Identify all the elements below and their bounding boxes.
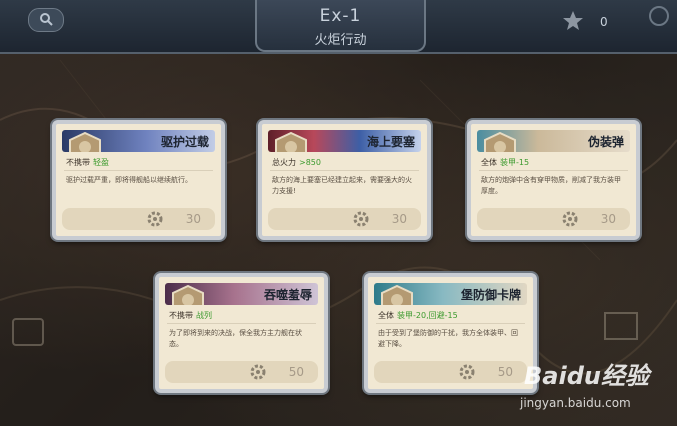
card-description: 为了即将到来的决战，保全我方主力舰在状态。 bbox=[169, 329, 302, 348]
card-cost: 50 bbox=[497, 365, 513, 379]
top-bar: Ex-1 火炬行动 0 bbox=[0, 0, 677, 54]
card-emblem-icon bbox=[172, 285, 204, 305]
divider bbox=[167, 323, 316, 324]
page-subtitle: 火炬行动 bbox=[314, 33, 367, 48]
search-button[interactable] bbox=[28, 8, 64, 32]
gear-icon bbox=[147, 211, 163, 227]
card-2[interactable]: 伪装弹 全体 装甲-15 敌方的炮弹中含有穿甲物质，削减了我方装甲厚度。 30 bbox=[467, 120, 640, 240]
card-condition: 全体 装甲-15 bbox=[481, 157, 529, 168]
card-emblem-icon bbox=[275, 132, 307, 152]
card-description: 由于受到了堡防御的干扰，我方全体装甲、回避下降。 bbox=[378, 329, 518, 348]
watermark-logo: Baidu经验 bbox=[524, 362, 649, 390]
card-cost: 30 bbox=[185, 212, 201, 226]
medal-icon bbox=[563, 11, 583, 30]
card-footer: 30 bbox=[268, 208, 421, 230]
card-scope: 全体 bbox=[481, 158, 497, 167]
card-condition: 不携带 轻盈 bbox=[66, 157, 109, 168]
card-banner: 海上要塞 bbox=[268, 130, 421, 152]
card-banner: 驱护过载 bbox=[62, 130, 215, 152]
card-description: 敌方的海上要塞已经建立起来，需要强大的火力支援! bbox=[272, 176, 412, 195]
divider bbox=[64, 170, 213, 171]
card-cost: 30 bbox=[391, 212, 407, 226]
card-footer: 50 bbox=[165, 361, 318, 383]
card-scope: 总火力 bbox=[272, 158, 296, 167]
gear-icon bbox=[353, 211, 369, 227]
card-effect: 轻盈 bbox=[93, 158, 109, 167]
card-condition: 全体 装甲-20,回避-15 bbox=[378, 310, 458, 321]
card-name: 海上要塞 bbox=[366, 135, 415, 149]
corner-ornament bbox=[649, 6, 669, 26]
title-plate: Ex-1 火炬行动 bbox=[255, 0, 426, 52]
card-footer: 50 bbox=[374, 361, 527, 383]
card-0[interactable]: 驱护过载 不携带 轻盈 驱护过载严重，即将得舰船以继续航行。 30 bbox=[52, 120, 225, 240]
right-side-icon[interactable] bbox=[604, 312, 638, 340]
card-condition: 不携带 战列 bbox=[169, 310, 212, 321]
card-footer: 30 bbox=[477, 208, 630, 230]
card-footer: 30 bbox=[62, 208, 215, 230]
card-banner: 伪装弹 bbox=[477, 130, 630, 152]
card-4[interactable]: 堡防御卡牌 全体 装甲-20,回避-15 由于受到了堡防御的干扰，我方全体装甲、回… bbox=[364, 273, 537, 393]
card-banner: 吞噬羞辱 bbox=[165, 283, 318, 305]
gear-icon bbox=[562, 211, 578, 227]
gear-icon bbox=[459, 364, 475, 380]
page-title: Ex-1 bbox=[319, 6, 362, 26]
card-name: 堡防御卡牌 bbox=[460, 288, 521, 302]
card-name: 伪装弹 bbox=[587, 135, 624, 149]
divider bbox=[376, 323, 525, 324]
watermark-url: jingyan.baidu.com bbox=[520, 396, 631, 410]
card-emblem-icon bbox=[484, 132, 516, 152]
card-effect: 装甲-15 bbox=[500, 158, 530, 167]
card-3[interactable]: 吞噬羞辱 不携带 战列 为了即将到来的决战，保全我方主力舰在状态。 50 bbox=[155, 273, 328, 393]
watermark: Baidu经验 jingyan.baidu.com bbox=[514, 350, 664, 422]
card-name: 吞噬羞辱 bbox=[263, 288, 312, 302]
card-scope: 全体 bbox=[378, 311, 394, 320]
card-effect: 战列 bbox=[196, 311, 212, 320]
card-cost: 50 bbox=[288, 365, 304, 379]
card-banner: 堡防御卡牌 bbox=[374, 283, 527, 305]
divider bbox=[270, 170, 419, 171]
card-description: 敌方的炮弹中含有穿甲物质，削减了我方装甲厚度。 bbox=[481, 176, 621, 195]
card-description: 驱护过载严重，即将得舰船以继续航行。 bbox=[66, 176, 192, 184]
left-side-icon[interactable] bbox=[12, 318, 44, 346]
card-emblem-icon bbox=[381, 285, 413, 305]
search-icon bbox=[40, 13, 53, 26]
card-1[interactable]: 海上要塞 总火力 >850 敌方的海上要塞已经建立起来，需要强大的火力支援! 30 bbox=[258, 120, 431, 240]
medal-count: 0 bbox=[600, 15, 608, 29]
card-effect: 装甲-20,回避-15 bbox=[397, 311, 458, 320]
card-scope: 不携带 bbox=[66, 158, 90, 167]
card-effect: >850 bbox=[299, 158, 321, 167]
card-name: 驱护过载 bbox=[160, 135, 209, 149]
card-condition: 总火力 >850 bbox=[272, 157, 321, 168]
card-scope: 不携带 bbox=[169, 311, 193, 320]
divider bbox=[479, 170, 628, 171]
card-cost: 30 bbox=[600, 212, 616, 226]
card-emblem-icon bbox=[69, 132, 101, 152]
gear-icon bbox=[250, 364, 266, 380]
